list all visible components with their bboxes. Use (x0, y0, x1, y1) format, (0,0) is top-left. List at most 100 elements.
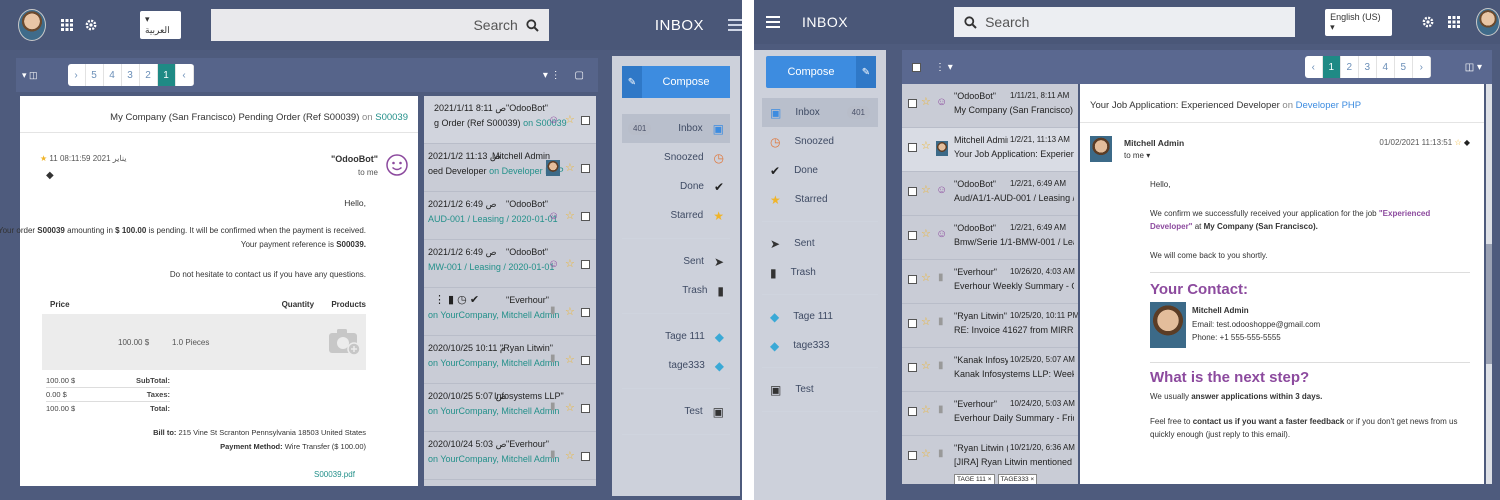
star-icon[interactable]: ☆ (1454, 138, 1461, 147)
sidebar-item-inbox[interactable]: 401 Inbox ▣ (622, 114, 730, 143)
star-icon[interactable]: ☆ (565, 449, 575, 462)
apps-grid-icon[interactable] (1448, 16, 1460, 28)
language-selector[interactable]: English (US) ▾ (1325, 8, 1392, 36)
list-item[interactable]: ☆ ▮ "Ryan Litwin" 10/25/20, 10:11 PM RE: Inv… (902, 304, 1078, 348)
search-bar[interactable]: Search (954, 7, 1296, 37)
layout-toggle-icon[interactable]: ◫ ▾ (1465, 62, 1482, 73)
select-checkbox[interactable] (908, 275, 917, 284)
list-item[interactable]: ☆ ▮ "Everhour" 10/24/20, 5:03 AM Everhour Da… (902, 392, 1078, 436)
layout-toggle-icon[interactable]: ▾ ◫ (22, 70, 38, 81)
apps-grid-icon[interactable] (60, 18, 74, 32)
list-item[interactable]: ☆ ▮ "Kanak Infosyst10/25/20, 5:07 AM Kanak … (902, 348, 1078, 392)
pager-page[interactable]: 4 (1377, 56, 1395, 78)
sidebar-item-sent[interactable]: ➤ Sent (762, 229, 878, 258)
scrollbar-thumb[interactable] (1486, 244, 1492, 364)
select-checkbox[interactable] (581, 404, 590, 413)
select-checkbox[interactable] (908, 451, 917, 460)
list-item[interactable]: ☆ ☺ "OdooBot" 1/11/21, 8:11 AM My Company (S… (902, 84, 1078, 128)
select-checkbox[interactable] (581, 260, 590, 269)
sidebar-item-snoozed[interactable]: Snoozed ◷ (622, 143, 730, 172)
star-icon[interactable]: ☆ (565, 353, 575, 366)
select-checkbox[interactable] (581, 212, 590, 221)
pager-page[interactable]: 2 (1341, 56, 1359, 78)
sidebar-item-sent[interactable]: Sent ➤ (622, 247, 730, 276)
toolbar-actions[interactable]: ▾ ⋮ ▢ (543, 70, 584, 81)
list-item[interactable]: ☆ ☺ "OdooBot" 1/2/21, 6:49 AM Aud/A1/1-AUD-0… (902, 172, 1078, 216)
pager-page[interactable]: 3 (122, 64, 140, 86)
star-icon[interactable]: ☆ (921, 227, 931, 240)
pager-page[interactable]: 2 (140, 64, 158, 86)
sidebar-item-trash[interactable]: ▮ Trash (762, 258, 878, 287)
sidebar-item-tag-2[interactable]: ◆ tage333 (762, 331, 878, 360)
star-icon[interactable]: ☆ (565, 113, 575, 126)
list-item[interactable]: 2020/10/25 10:11 م "Ryan Litwin" on Your… (424, 336, 596, 384)
attachment-link[interactable]: S00039.pdf (314, 470, 355, 479)
mail-recipient[interactable]: to me ▾ (1124, 151, 1150, 160)
scrollbar[interactable] (1486, 84, 1492, 484)
star-icon[interactable]: ★ (40, 154, 47, 163)
sidebar-item-tag-2[interactable]: tage333 ◆ (622, 351, 730, 380)
gear-icon[interactable] (84, 18, 98, 32)
select-checkbox[interactable] (908, 231, 917, 240)
list-item[interactable]: 2021/1/2 11:13 ص Mitchell Admin oed Deve… (424, 144, 596, 192)
tag-icon[interactable]: ◆ (46, 170, 54, 181)
sidebar-item-starred[interactable]: Starred ★ (622, 201, 730, 230)
star-icon[interactable]: ☆ (921, 315, 931, 328)
tag-icon[interactable]: ◆ (1464, 138, 1470, 147)
list-item[interactable]: 2020/10/24 5:03 ص "Everhour" on YourComp… (424, 432, 596, 480)
list-item[interactable]: 2021/1/2 6:49 ص "OdooBot" MW-001 / Leasi… (424, 240, 596, 288)
search-icon[interactable] (526, 18, 539, 32)
mail-recipient[interactable]: to me (358, 168, 378, 177)
pager-page[interactable]: 3 (1359, 56, 1377, 78)
star-icon[interactable]: ☆ (921, 139, 931, 152)
mail-subject-link[interactable]: S00039 (375, 112, 408, 123)
pager-page-active[interactable]: 1 (157, 64, 176, 86)
sidebar-item-done[interactable]: Done ✔ (622, 172, 730, 201)
tag-chip[interactable]: TAGE333 × (997, 474, 1038, 484)
star-icon[interactable]: ☆ (565, 161, 575, 174)
select-checkbox[interactable] (581, 308, 590, 317)
user-avatar[interactable] (18, 9, 46, 41)
sidebar-item-trash[interactable]: Trash ▮ (622, 276, 730, 305)
row-actions-icons[interactable]: ⋮ ▮ ◷ ✔ (434, 293, 479, 306)
hamburger-menu-icon[interactable] (728, 19, 742, 31)
pager-page[interactable]: 4 (104, 64, 122, 86)
mail-subject-link[interactable]: Developer PHP (1296, 100, 1361, 111)
pager-page[interactable]: 5 (1395, 56, 1413, 78)
sidebar-item-tag-1[interactable]: Tage 111 ◆ (622, 322, 730, 351)
compose-button[interactable]: Compose ✎ (766, 56, 876, 88)
pager-page[interactable]: 5 (86, 64, 104, 86)
list-item[interactable]: ☆ Mitchell Admin 1/2/21, 11:13 AM Your Job … (902, 128, 1078, 172)
select-checkbox[interactable] (908, 319, 917, 328)
language-selector[interactable]: ▾ العربية (140, 11, 182, 39)
star-icon[interactable]: ☆ (921, 403, 931, 416)
select-checkbox[interactable] (581, 452, 590, 461)
list-item[interactable]: ☆ ☺ "OdooBot" 1/2/21, 6:49 AM Bmw/Serie 1/1-… (902, 216, 1078, 260)
pager-prev[interactable]: ‹ (176, 64, 194, 86)
select-checkbox[interactable] (581, 356, 590, 365)
user-avatar[interactable] (1476, 8, 1500, 36)
sidebar-item-inbox[interactable]: ▣ Inbox 401 (762, 98, 878, 127)
select-checkbox[interactable] (908, 407, 917, 416)
star-icon[interactable]: ☆ (565, 401, 575, 414)
star-icon[interactable]: ☆ (921, 359, 931, 372)
list-item[interactable]: 2020/10/25 5:07 ص Infosystems LLP" on Yo… (424, 384, 596, 432)
select-all-checkbox[interactable] (912, 62, 921, 72)
select-checkbox[interactable] (908, 363, 917, 372)
sidebar-item-done[interactable]: ✔ Done (762, 156, 878, 185)
star-icon[interactable]: ☆ (921, 447, 931, 460)
star-icon[interactable]: ☆ (565, 209, 575, 222)
star-icon[interactable]: ☆ (565, 305, 575, 318)
list-item[interactable]: 2021/1/2 6:49 ص "OdooBot" AUD-001 / Leas… (424, 192, 596, 240)
tag-chip[interactable]: TAGE 111 × (954, 474, 995, 484)
star-icon[interactable]: ☆ (921, 183, 931, 196)
select-checkbox[interactable] (908, 187, 917, 196)
hamburger-menu-icon[interactable] (766, 16, 780, 28)
sidebar-item-snoozed[interactable]: ◷ Snoozed (762, 127, 878, 156)
list-item[interactable]: ☆ ▮ "Everhour" 10/26/20, 4:03 AM Everhour We… (902, 260, 1078, 304)
pager-next[interactable]: › (68, 64, 86, 86)
pager-prev[interactable]: ‹ (1305, 56, 1323, 78)
star-icon[interactable]: ☆ (921, 95, 931, 108)
gear-icon[interactable] (1422, 16, 1434, 28)
pager-next[interactable]: › (1413, 56, 1431, 78)
